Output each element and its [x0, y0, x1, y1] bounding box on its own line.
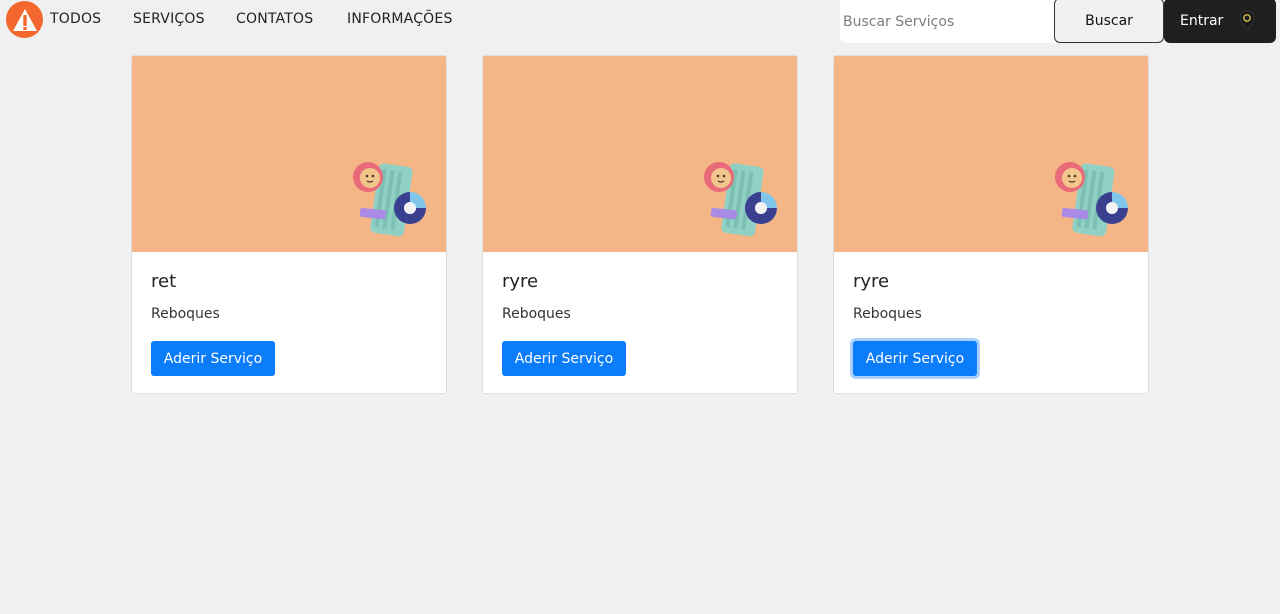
- card-title: ryre: [853, 271, 890, 292]
- login-button-label: Entrar: [1180, 12, 1224, 29]
- nav-link-servicos[interactable]: SERVIÇOS: [133, 11, 205, 27]
- login-button[interactable]: Entrar: [1164, 0, 1276, 43]
- service-card: ryre Reboques Aderir Serviço: [833, 55, 1149, 394]
- service-card: ret Reboques Aderir Serviço: [131, 55, 447, 394]
- card-subtitle: Reboques: [151, 306, 220, 322]
- card-title: ryre: [502, 271, 539, 292]
- top-navbar: TODOS SERVIÇOS CONTATOS INFORMAÇÕES Busc…: [0, 0, 1280, 44]
- phone-analytics-illustration: [352, 161, 432, 246]
- card-image: [132, 56, 446, 252]
- card-image: [834, 56, 1148, 252]
- search-button[interactable]: Buscar: [1054, 0, 1164, 43]
- nav-link-todos[interactable]: TODOS: [50, 11, 101, 27]
- card-subtitle: Reboques: [853, 306, 922, 322]
- location-pin-icon: [1239, 9, 1255, 32]
- join-service-button[interactable]: Aderir Serviço: [151, 341, 275, 376]
- phone-analytics-illustration: [703, 161, 783, 246]
- card-title: ret: [151, 271, 177, 292]
- warning-triangle-icon[interactable]: [6, 1, 43, 38]
- nav-link-contatos[interactable]: CONTATOS: [236, 11, 313, 27]
- join-service-button[interactable]: Aderir Serviço: [853, 341, 977, 376]
- nav-link-informacoes[interactable]: INFORMAÇÕES: [347, 11, 453, 27]
- card-subtitle: Reboques: [502, 306, 571, 322]
- phone-analytics-illustration: [1054, 161, 1134, 246]
- card-image: [483, 56, 797, 252]
- join-service-button[interactable]: Aderir Serviço: [502, 341, 626, 376]
- search-input[interactable]: [840, 0, 1056, 43]
- service-card: ryre Reboques Aderir Serviço: [482, 55, 798, 394]
